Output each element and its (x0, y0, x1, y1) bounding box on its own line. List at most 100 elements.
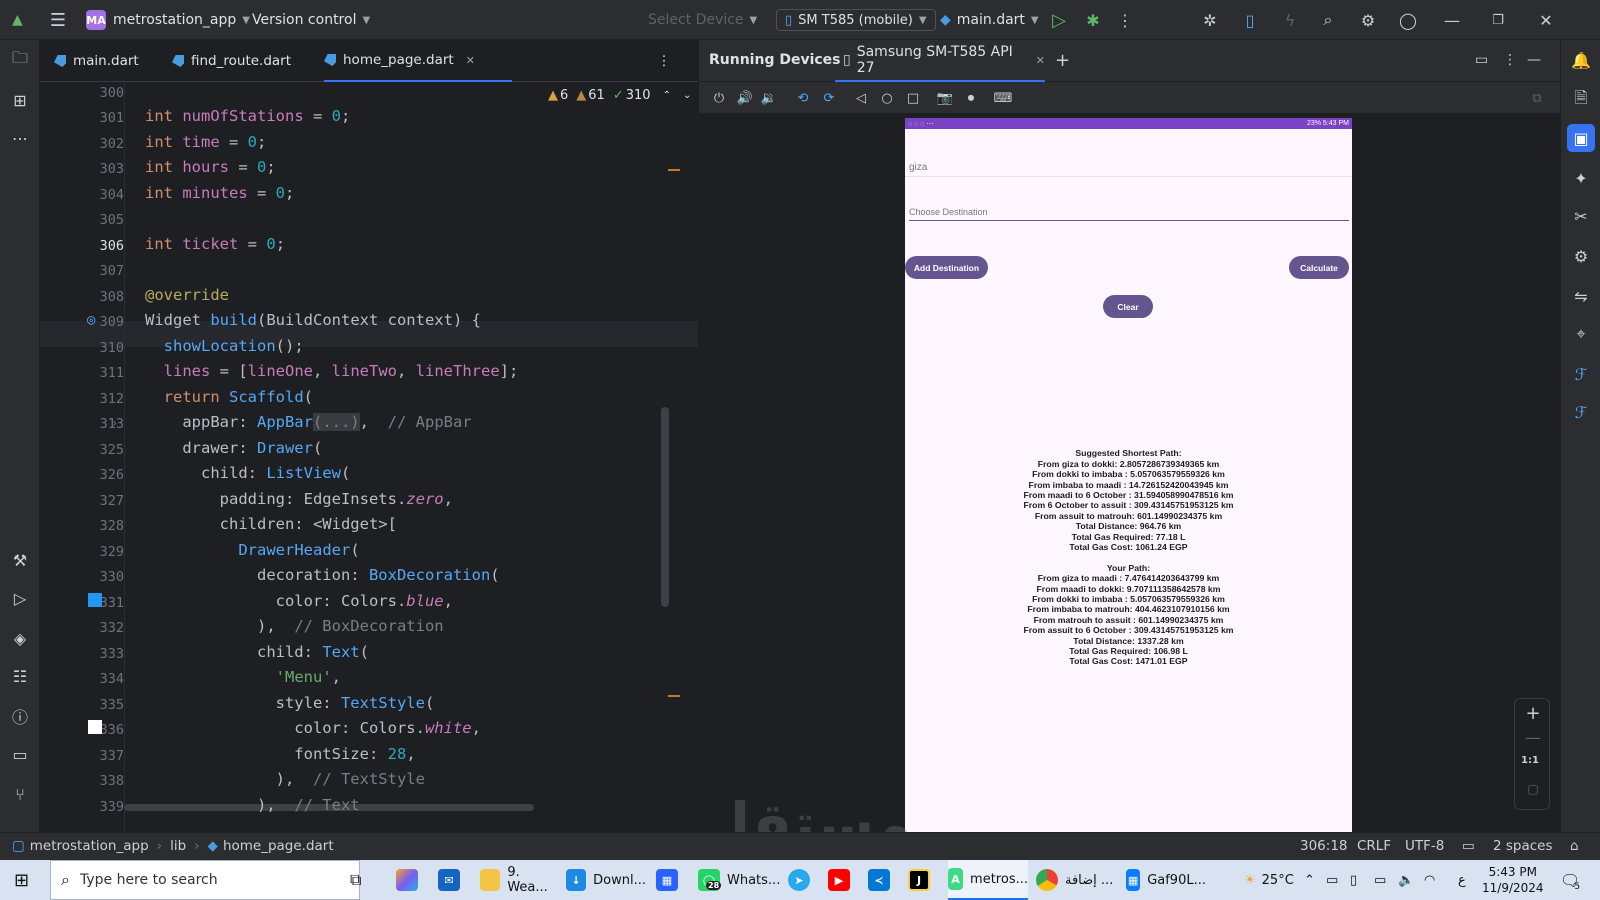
copilot-icon[interactable] (396, 860, 425, 900)
clock[interactable]: 5:43 PM 11/9/2024 (1482, 860, 1544, 900)
calculate-button[interactable]: Calculate (1289, 256, 1349, 279)
telegram-icon[interactable]: ➤ (788, 860, 817, 900)
flutter-inspector-icon[interactable]: ✂ (1567, 202, 1595, 230)
next-highlight-icon[interactable]: ⌄ (683, 90, 691, 101)
meet-now-icon[interactable]: ▭ (1326, 860, 1338, 900)
indent-setting[interactable]: 2 spaces (1493, 838, 1553, 854)
zoom-actual-size[interactable]: 1:1 (1521, 755, 1539, 766)
phone-link-icon[interactable]: ▯ (1350, 860, 1357, 900)
override-gutter-icon[interactable]: ◎ (87, 312, 95, 328)
window-layout-icon[interactable]: ▭ (1475, 52, 1488, 68)
search-icon[interactable]: ⌕ (1316, 0, 1340, 40)
readonly-toggle-icon[interactable]: ▭ (1462, 838, 1475, 854)
device-manager-icon[interactable]: ⚙ (1567, 242, 1595, 270)
apply-changes-icon[interactable]: ϟ (1278, 0, 1302, 40)
screenshot-icon[interactable]: 📷 (935, 88, 955, 108)
gemini-icon[interactable]: ✦ (1567, 164, 1595, 192)
taskbar-app-chrome[interactable]: إضافة ... (1036, 860, 1120, 900)
warning-marker[interactable] (668, 169, 680, 171)
device-selector[interactable]: ▯ SM T585 (mobile) ▼ (776, 9, 936, 31)
layout-inspector-icon[interactable]: ⧉ (1527, 88, 1547, 108)
problems-icon[interactable]: ⓘ (6, 702, 34, 730)
layout-inspector-icon[interactable]: ⌖ (1567, 320, 1595, 348)
vscode-icon[interactable]: ≺ (868, 860, 897, 900)
main-menu-icon[interactable]: ☰ (46, 0, 70, 40)
input-language[interactable]: ع (1458, 860, 1466, 900)
add-destination-button[interactable]: Add Destination (905, 256, 988, 279)
store-icon[interactable]: ▦ (656, 860, 685, 900)
lock-icon[interactable]: ⌂ (1570, 838, 1579, 854)
breadcrumb-item[interactable]: metrostation_app (30, 838, 149, 854)
taskbar-search-box[interactable]: ⌕ Type here to search (50, 860, 360, 900)
tab-find-route-dart[interactable]: find_route.dart (172, 40, 291, 82)
device-screen[interactable]: ◌ ◌ ◌ ⋯ 23% 5:43 PM giza Choose Destinat… (905, 118, 1352, 832)
close-tab-icon[interactable]: ✕ (1036, 54, 1045, 67)
battery-icon[interactable]: ▭ (1374, 860, 1386, 900)
terminal-icon[interactable]: ▭ (6, 740, 34, 768)
minimize-window-icon[interactable]: — (1440, 0, 1464, 40)
more-tools-icon[interactable]: ⋯ (6, 124, 34, 152)
jetbrains-icon[interactable]: J (908, 860, 937, 900)
running-devices-icon[interactable]: ▣ (1567, 124, 1595, 152)
source-field-value[interactable]: giza (909, 162, 927, 173)
structure-icon[interactable]: ⊞ (6, 86, 34, 114)
back-icon[interactable]: ◁ (851, 88, 871, 108)
more-actions-icon[interactable]: ⋮ (1116, 0, 1134, 40)
notification-center-icon[interactable]: 🗨 5 (1560, 860, 1580, 900)
line-separator[interactable]: CRLF (1357, 838, 1391, 854)
volume-icon[interactable]: 🔈 (1398, 860, 1414, 900)
destination-field[interactable]: Choose Destination (909, 207, 988, 217)
editor-scrollbar[interactable] (661, 407, 669, 607)
wifi-icon[interactable]: ◠ (1424, 860, 1435, 900)
screen-record-icon[interactable]: ⏺ (961, 88, 981, 108)
cursor-position[interactable]: 306:18 (1300, 838, 1348, 854)
project-folder-icon[interactable]: 🗀 (6, 46, 34, 74)
close-window-icon[interactable]: ✕ (1534, 0, 1558, 40)
rotate-right-icon[interactable]: ⟳ (819, 88, 839, 108)
home-icon[interactable]: ○ (877, 88, 897, 108)
account-icon[interactable]: ◯ (1396, 0, 1420, 40)
run-panel-icon[interactable]: ▷ (6, 584, 34, 612)
build-icon[interactable]: ⚒ (6, 546, 34, 574)
tab-samsung-device[interactable]: ▯ Samsung SM-T585 API 27 ✕ (835, 40, 1045, 82)
select-device-dropdown[interactable]: Select Device ▼ (648, 0, 757, 40)
keyboard-icon[interactable]: ⌨ (993, 88, 1013, 108)
taskbar-app-downloads[interactable]: ↓ Downl... (566, 860, 646, 900)
settings-gear-icon[interactable]: ⚙ (1356, 0, 1380, 40)
mail-icon[interactable]: ✉ (438, 860, 467, 900)
emulator-icon[interactable]: ⇋ (1567, 282, 1595, 310)
taskbar-app-whatsapp[interactable]: ◯ 28 Whats... (698, 860, 782, 900)
windows-start-icon[interactable]: ⊞ (14, 860, 29, 900)
run-config-selector[interactable]: ◆ main.dart ▼ (940, 0, 1039, 40)
task-view-icon[interactable]: ⧉ (350, 860, 361, 900)
color-swatch-blue[interactable] (88, 593, 102, 607)
show-hidden-icons[interactable]: ⌃ (1304, 860, 1315, 900)
add-device-icon[interactable]: + (1055, 50, 1070, 71)
overview-icon[interactable]: □ (903, 88, 923, 108)
notifications-icon[interactable]: 🔔 (1567, 46, 1595, 74)
logcat-icon[interactable]: ☷ (6, 662, 34, 690)
tab-options-icon[interactable]: ⋮ (654, 40, 674, 82)
app-quality-icon[interactable]: ◈ (6, 624, 34, 652)
inspection-widget[interactable]: ▲ 6 ▲ 61 ✓ 310 ⌃ ⌄ (548, 84, 691, 106)
hide-panel-icon[interactable]: — (1527, 52, 1541, 68)
close-tab-icon[interactable]: ✕ (466, 54, 475, 67)
power-icon[interactable]: ⏻ (709, 88, 729, 108)
git-icon[interactable]: ⑂ (6, 780, 34, 808)
prev-highlight-icon[interactable]: ⌃ (663, 90, 671, 101)
breadcrumb[interactable]: ▢ metrostation_app › lib › ◆ home_page.d… (12, 838, 334, 854)
restore-window-icon[interactable]: ❐ (1486, 0, 1510, 40)
tab-home-page-dart[interactable]: home_page.dart ✕ (324, 40, 512, 82)
taskbar-app-explorer[interactable]: 9. Wea... (480, 860, 560, 900)
weather-widget[interactable]: ☀ 25°C (1244, 860, 1294, 900)
clear-button[interactable]: Clear (1103, 295, 1153, 318)
device-manager-icon[interactable]: ▯ (1238, 0, 1262, 40)
color-swatch-white[interactable] (88, 720, 102, 734)
zoom-out-icon[interactable]: — (1523, 727, 1543, 747)
youtube-icon[interactable]: ▶ (828, 860, 857, 900)
debug-icon[interactable]: ✱ (1082, 0, 1104, 40)
file-encoding[interactable]: UTF-8 (1405, 838, 1444, 854)
rotate-left-icon[interactable]: ⟲ (793, 88, 813, 108)
volume-down-icon[interactable]: 🔉 (759, 88, 779, 108)
fold-chevron-icon[interactable]: › (111, 416, 118, 430)
